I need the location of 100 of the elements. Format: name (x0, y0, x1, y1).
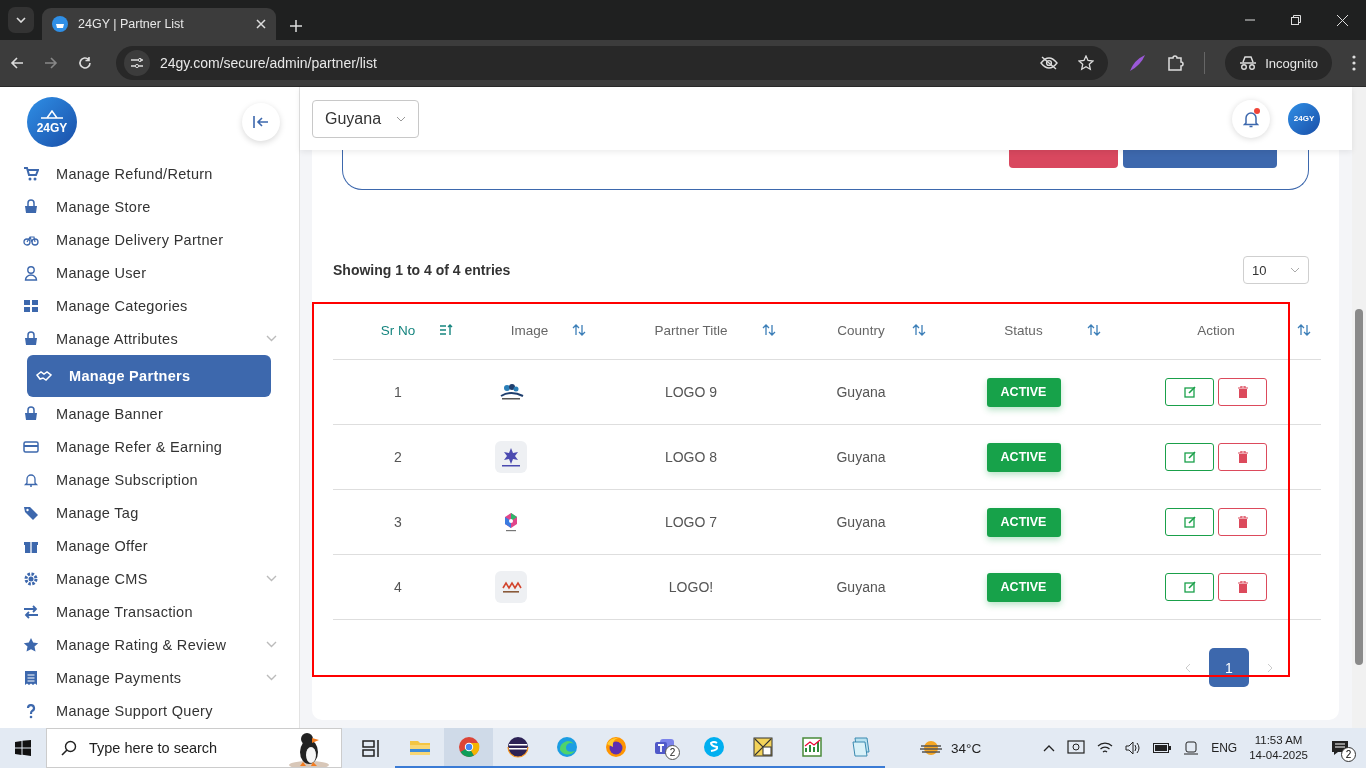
sort-icon[interactable] (762, 324, 776, 336)
page-size-select[interactable]: 10 (1243, 256, 1309, 284)
column-header[interactable]: Status (936, 301, 1111, 359)
browser-tab[interactable]: 24GY | Partner List (42, 8, 276, 40)
edit-button[interactable] (1165, 378, 1214, 406)
menu-icon (23, 297, 39, 314)
battery-icon[interactable] (1153, 743, 1172, 753)
sidebar-item[interactable]: Manage Rating & Review (0, 628, 299, 661)
notification-count: 2 (1341, 747, 1356, 762)
table-cell-text: Guyana (835, 449, 887, 465)
back-icon[interactable] (10, 56, 24, 70)
sidebar-item[interactable]: Manage Support Query (0, 694, 299, 727)
sidebar-item[interactable]: Manage CMS (0, 562, 299, 595)
trash-icon (1237, 386, 1248, 398)
tray-app-icon[interactable] (1067, 740, 1086, 756)
table-cell-text: LOGO! (667, 579, 715, 595)
menu-icon (23, 330, 39, 347)
table-cell-text: LOGO 8 (663, 449, 719, 465)
delete-button[interactable] (1218, 443, 1267, 471)
sidebar-item[interactable]: Manage Tag (0, 496, 299, 529)
table-cell-text: Guyana (835, 384, 887, 400)
edit-button[interactable] (1165, 573, 1214, 601)
sidebar-item[interactable]: Manage Offer (0, 529, 299, 562)
sidebar-item[interactable]: Manage Partners (27, 355, 271, 397)
search-icon (61, 740, 77, 756)
app-icon (603, 735, 628, 759)
tab-title: 24GY | Partner List (78, 17, 185, 31)
table-cell-text: 3 (393, 514, 403, 530)
sort-icon[interactable] (572, 324, 586, 336)
sidebar-item[interactable]: Manage Attributes (0, 322, 299, 355)
edit-button[interactable] (1165, 443, 1214, 471)
sidebar-item[interactable]: Manage User (0, 256, 299, 289)
chevron-down-icon (396, 115, 406, 122)
star-icon[interactable] (1078, 55, 1095, 71)
table-cell-text: 1 (393, 384, 403, 400)
site-settings-icon[interactable] (130, 57, 144, 69)
brand-logo[interactable]: 24GY (27, 97, 77, 147)
close-icon[interactable] (256, 19, 266, 29)
column-header[interactable]: Sr No (333, 301, 463, 359)
clock-time[interactable]: 11:53 AM (1254, 733, 1303, 748)
sidebar-item[interactable]: Manage Delivery Partner (0, 223, 299, 256)
sidebar-item[interactable]: Manage Refund/Return (0, 157, 299, 190)
column-header[interactable]: Action (1111, 301, 1321, 359)
reload-icon[interactable] (78, 56, 92, 70)
scrollbar[interactable] (1352, 87, 1366, 728)
language-indicator[interactable]: ENG (1211, 741, 1238, 755)
eye-slash-icon[interactable] (1040, 56, 1059, 70)
menu-icon (23, 570, 39, 587)
edit-icon (1183, 451, 1196, 463)
sort-icon[interactable] (912, 324, 926, 336)
table-cell-text: Guyana (835, 514, 887, 530)
close-icon[interactable] (1337, 14, 1348, 26)
chevron-down-icon (1290, 267, 1300, 273)
country-select[interactable]: Guyana (312, 99, 419, 138)
edit-icon (1183, 516, 1196, 528)
sidebar-item[interactable]: Manage Refer & Earning (0, 430, 299, 463)
menu-icon[interactable] (1352, 55, 1356, 71)
notification-center-button[interactable]: 2 (1320, 728, 1360, 768)
collapse-sidebar-button[interactable] (242, 103, 280, 141)
column-header[interactable]: Country (786, 301, 936, 359)
taskbar-search-field[interactable]: Type here to search (46, 728, 342, 768)
chevron-down-icon (16, 17, 26, 23)
app-icon (799, 735, 824, 759)
column-header[interactable]: Image (463, 301, 596, 359)
sidebar-item[interactable]: Manage Store (0, 190, 299, 223)
page-button[interactable]: 1 (1209, 648, 1249, 687)
forward-icon[interactable] (44, 56, 58, 70)
chevron-up-icon[interactable] (1043, 744, 1056, 752)
feather-icon[interactable] (1128, 54, 1147, 72)
sort-icon[interactable] (1297, 324, 1311, 336)
sort-icon[interactable] (439, 324, 453, 336)
table-cell-text: 4 (393, 579, 403, 595)
sidebar-item[interactable]: Manage Payments (0, 661, 299, 694)
edit-button[interactable] (1165, 508, 1214, 536)
profile-avatar[interactable]: 24GY (1288, 102, 1320, 135)
new-tab-icon[interactable] (290, 20, 302, 32)
delete-button[interactable] (1218, 573, 1267, 601)
notification-button[interactable] (1232, 99, 1270, 138)
wifi-icon[interactable] (1097, 741, 1114, 755)
weather-widget[interactable]: 34°C (919, 739, 982, 757)
restore-icon[interactable] (1291, 15, 1301, 25)
incognito-button[interactable]: Incognito (1225, 46, 1332, 80)
app-icon (505, 735, 530, 759)
taskbar-app[interactable]: 2 (640, 728, 689, 768)
sort-icon[interactable] (1087, 324, 1101, 336)
puzzle-icon[interactable] (1166, 54, 1185, 72)
tray-device-icon[interactable] (1183, 740, 1200, 756)
column-header[interactable]: Partner Title (596, 301, 786, 359)
sidebar-item[interactable]: Manage Subscription (0, 463, 299, 496)
address-bar[interactable]: 24gy.com/secure/admin/partner/list (116, 46, 1109, 80)
table-cell-text: LOGO 9 (663, 384, 719, 400)
volume-icon[interactable] (1125, 741, 1142, 755)
delete-button[interactable] (1218, 378, 1267, 406)
sidebar-item[interactable]: Manage Transaction (0, 595, 299, 628)
tab-list-button[interactable] (8, 7, 34, 33)
clock-date[interactable]: 14-04-2025 (1249, 748, 1308, 763)
sidebar-item[interactable]: Manage Categories (0, 289, 299, 322)
delete-button[interactable] (1218, 508, 1267, 536)
sidebar-item[interactable]: Manage Banner (0, 397, 299, 430)
menu-icon (23, 264, 39, 281)
